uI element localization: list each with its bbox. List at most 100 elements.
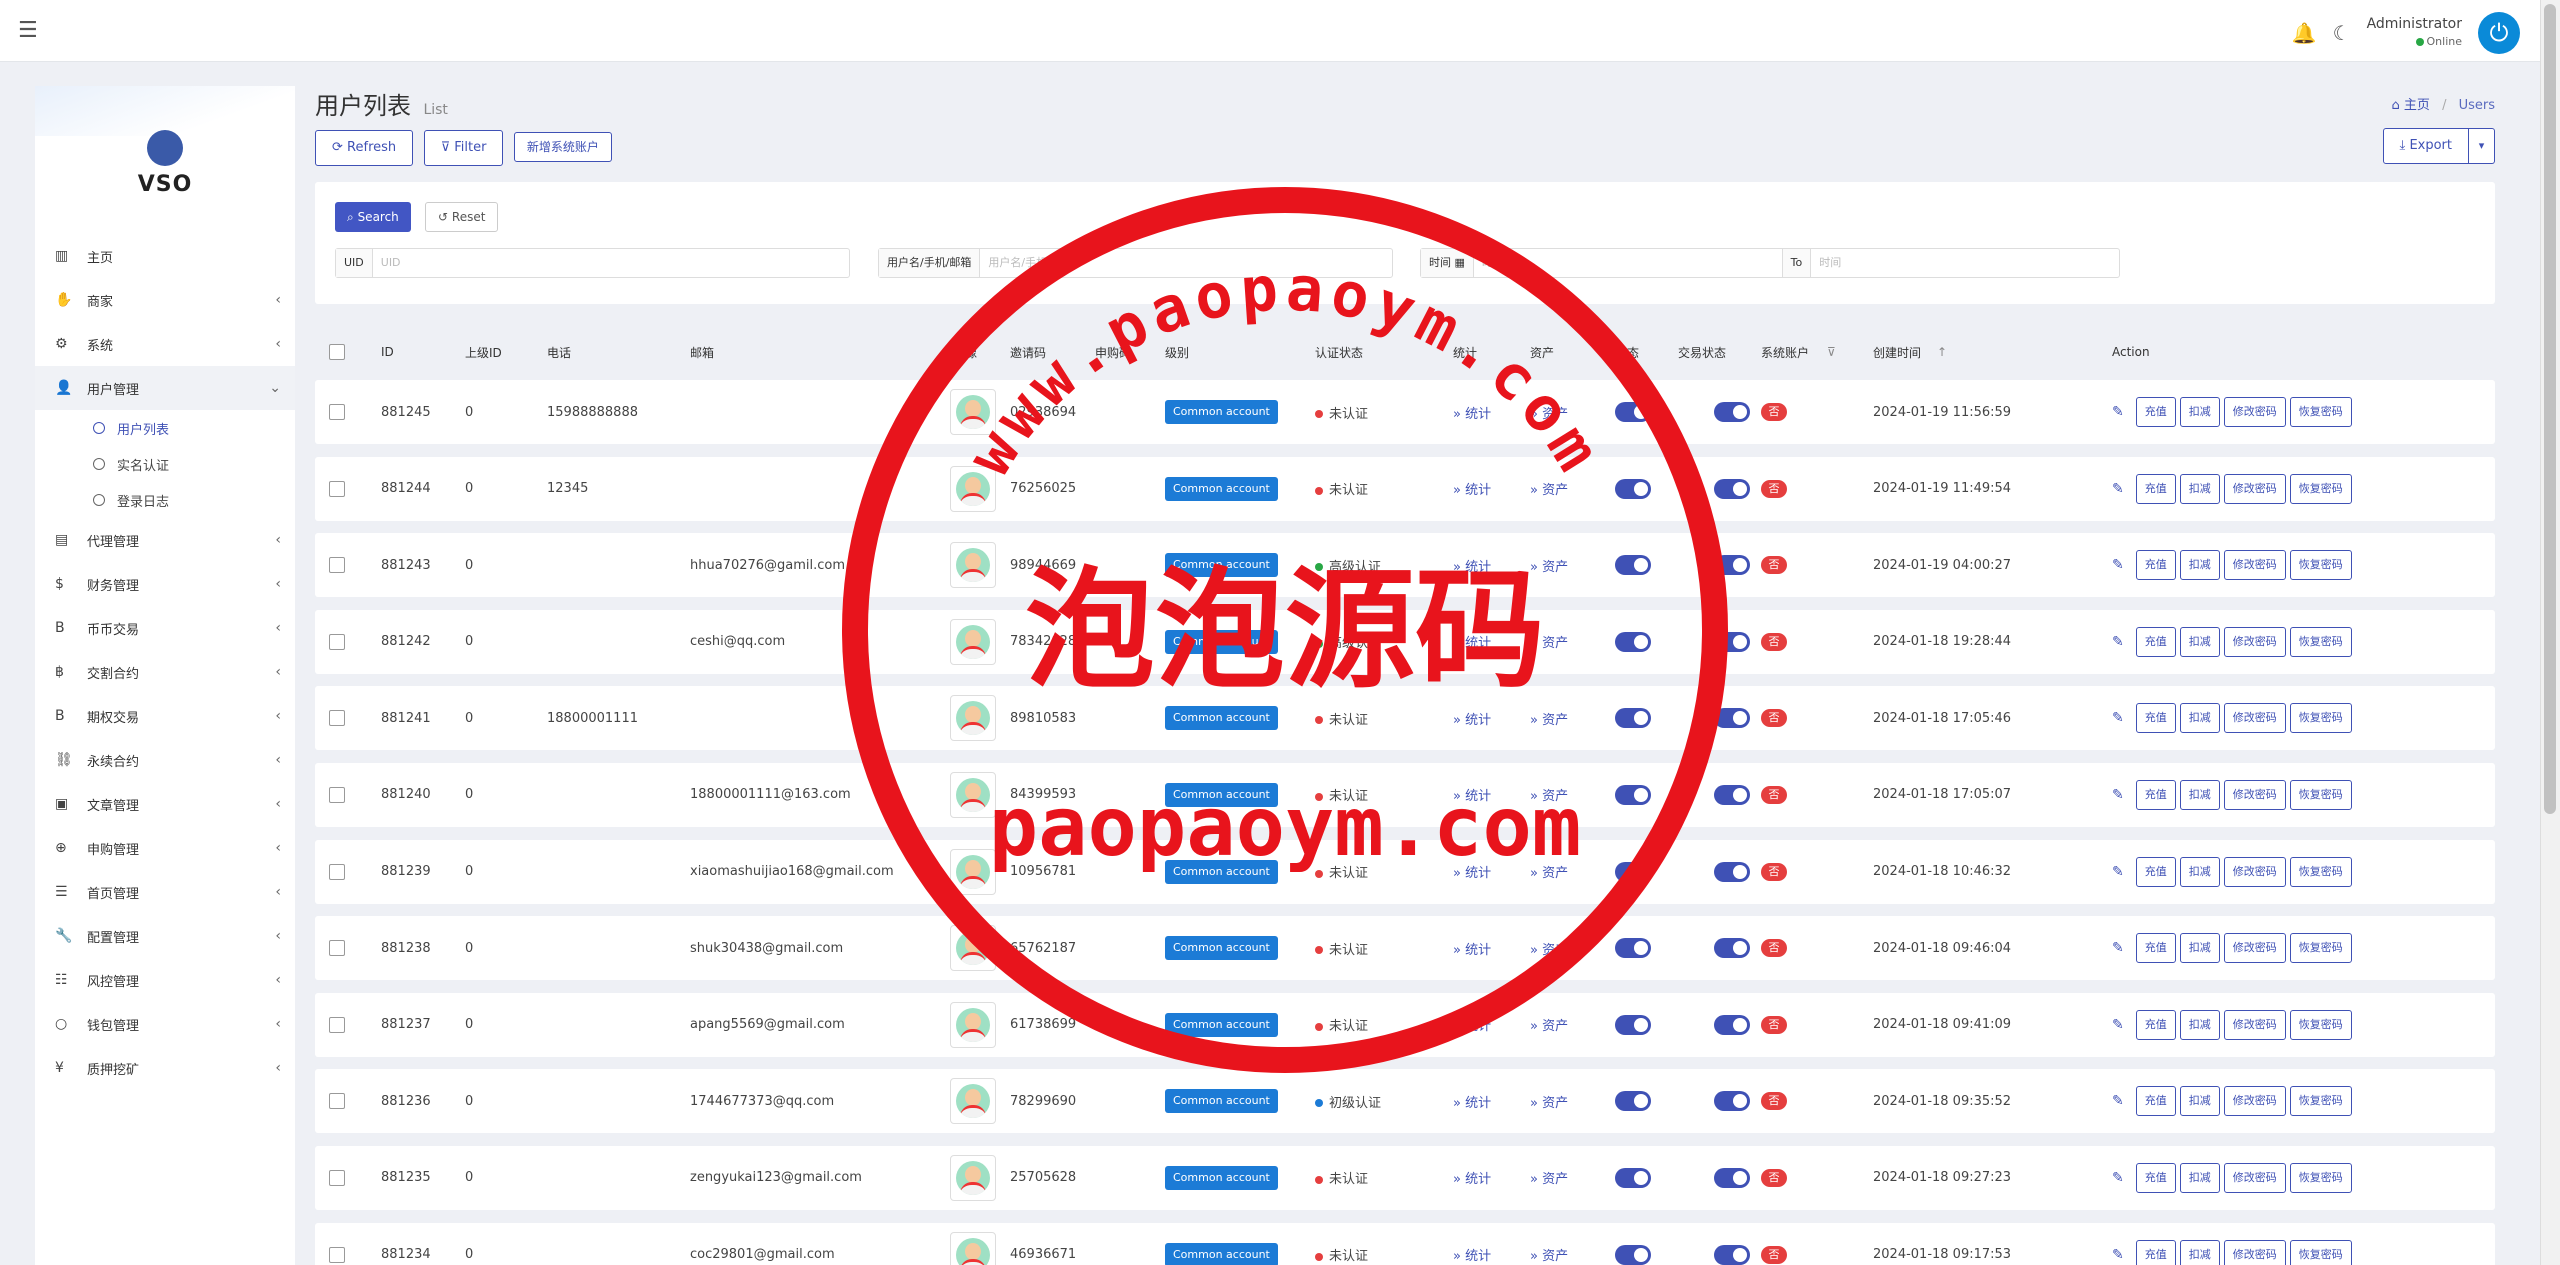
edit-icon[interactable]: ✎: [2112, 557, 2124, 573]
action-button[interactable]: 恢复密码: [2289, 473, 2352, 504]
submenu-item[interactable]: 登录日志: [93, 482, 295, 518]
menu-toggle-icon[interactable]: ☰: [18, 18, 38, 43]
brand-logo[interactable]: VSO: [35, 130, 295, 197]
action-button[interactable]: 充值: [2135, 473, 2176, 504]
row-checkbox[interactable]: [329, 404, 345, 420]
row-checkbox[interactable]: [329, 557, 345, 574]
row-checkbox[interactable]: [329, 710, 345, 727]
stats-link[interactable]: » 统计: [1453, 403, 1491, 422]
status-toggle[interactable]: [1615, 1014, 1651, 1035]
action-button[interactable]: 充值: [2135, 1009, 2176, 1040]
edit-icon[interactable]: ✎: [2112, 940, 2124, 956]
trade-status-toggle[interactable]: [1714, 631, 1750, 652]
sidebar-item[interactable]: ฿ 交割合约 ‹: [35, 650, 295, 694]
edit-icon[interactable]: ✎: [2112, 787, 2124, 803]
sidebar-item[interactable]: ▥ 主页: [35, 234, 295, 278]
action-button[interactable]: 修改密码: [2223, 1162, 2286, 1193]
sidebar-item[interactable]: ⚙ 系统 ‹: [35, 322, 295, 366]
assets-link[interactable]: » 资产: [1530, 862, 1568, 881]
assets-link[interactable]: » 资产: [1530, 403, 1568, 422]
stats-link[interactable]: » 统计: [1453, 1168, 1491, 1187]
stats-link[interactable]: » 统计: [1453, 556, 1491, 575]
status-toggle[interactable]: [1615, 708, 1651, 729]
filter-button[interactable]: ⊽ Filter: [423, 130, 504, 166]
action-button[interactable]: 扣减: [2179, 1009, 2220, 1040]
row-checkbox[interactable]: [329, 633, 345, 650]
action-button[interactable]: 扣减: [2179, 397, 2220, 427]
stats-link[interactable]: » 统计: [1453, 785, 1491, 804]
edit-icon[interactable]: ✎: [2112, 710, 2124, 726]
action-button[interactable]: 充值: [2135, 626, 2176, 657]
search-button[interactable]: ⌕ Search: [335, 202, 411, 232]
trade-status-toggle[interactable]: [1714, 784, 1750, 805]
refresh-button[interactable]: ⟳ Refresh: [315, 130, 414, 166]
sidebar-item[interactable]: ⛓ 永续合约 ‹: [35, 738, 295, 782]
action-button[interactable]: 充值: [2135, 933, 2176, 964]
action-button[interactable]: 扣减: [2179, 1239, 2220, 1265]
edit-icon[interactable]: ✎: [2112, 1093, 2124, 1109]
assets-link[interactable]: » 资产: [1530, 1015, 1568, 1034]
action-button[interactable]: 充值: [2135, 779, 2176, 810]
power-icon[interactable]: ⏻: [2478, 12, 2520, 54]
avatar[interactable]: [950, 925, 996, 972]
reset-button[interactable]: ↺ Reset: [425, 202, 499, 232]
export-button[interactable]: ⤓ Export: [2382, 128, 2469, 164]
action-button[interactable]: 修改密码: [2223, 1009, 2286, 1040]
status-toggle[interactable]: [1615, 1244, 1651, 1265]
time-to-input[interactable]: 时间: [1811, 249, 2119, 277]
edit-icon[interactable]: ✎: [2112, 1170, 2124, 1186]
sidebar-item[interactable]: ☰ 首页管理 ‹: [35, 870, 295, 914]
action-button[interactable]: 充值: [2135, 550, 2176, 581]
action-button[interactable]: 扣减: [2179, 856, 2220, 887]
status-toggle[interactable]: [1615, 784, 1651, 805]
action-button[interactable]: 修改密码: [2223, 1086, 2286, 1117]
action-button[interactable]: 修改密码: [2223, 779, 2286, 810]
user-input[interactable]: 用户名/手机/邮箱: [980, 249, 1392, 277]
row-checkbox[interactable]: [329, 1246, 345, 1263]
action-button[interactable]: 充值: [2135, 1239, 2176, 1265]
column-header[interactable]: 创建时间: [1873, 344, 1921, 361]
row-checkbox[interactable]: [329, 786, 345, 803]
trade-status-toggle[interactable]: [1714, 1014, 1750, 1035]
assets-link[interactable]: » 资产: [1530, 785, 1568, 804]
trade-status-toggle[interactable]: [1714, 478, 1750, 499]
sort-icon[interactable]: ↑: [1937, 345, 1947, 359]
row-checkbox[interactable]: [329, 1016, 345, 1033]
sidebar-item[interactable]: ▤ 代理管理 ‹: [35, 518, 295, 562]
new-system-account-button[interactable]: 新增系统账户: [513, 132, 612, 162]
action-button[interactable]: 扣减: [2179, 473, 2220, 504]
column-header[interactable]: 系统账户: [1761, 344, 1809, 361]
filter-icon[interactable]: ⊽: [1827, 345, 1836, 359]
stats-link[interactable]: » 统计: [1453, 1092, 1491, 1111]
assets-link[interactable]: » 资产: [1530, 709, 1568, 728]
avatar[interactable]: [950, 389, 996, 435]
sidebar-item[interactable]: ✋ 商家 ‹: [35, 278, 295, 322]
status-toggle[interactable]: [1615, 631, 1651, 652]
stats-link[interactable]: » 统计: [1453, 939, 1491, 958]
action-button[interactable]: 充值: [2135, 397, 2176, 427]
trade-status-toggle[interactable]: [1714, 1244, 1750, 1265]
avatar[interactable]: [950, 542, 996, 589]
avatar[interactable]: [950, 771, 996, 818]
trade-status-toggle[interactable]: [1714, 402, 1750, 422]
action-button[interactable]: 扣减: [2179, 550, 2220, 581]
avatar[interactable]: [950, 1078, 996, 1125]
row-checkbox[interactable]: [329, 1169, 345, 1186]
row-checkbox[interactable]: [329, 863, 345, 880]
action-button[interactable]: 恢复密码: [2289, 933, 2352, 964]
edit-icon[interactable]: ✎: [2112, 634, 2124, 650]
status-toggle[interactable]: [1615, 1167, 1651, 1188]
avatar[interactable]: [950, 465, 996, 512]
select-all-checkbox[interactable]: [329, 344, 345, 360]
submenu-item[interactable]: 用户列表: [93, 410, 295, 446]
action-button[interactable]: 扣减: [2179, 779, 2220, 810]
avatar[interactable]: [950, 1231, 996, 1265]
stats-link[interactable]: » 统计: [1453, 479, 1491, 498]
sidebar-item[interactable]: ☷ 风控管理 ‹: [35, 958, 295, 1002]
sidebar-item[interactable]: ○ 钱包管理 ‹: [35, 1002, 295, 1046]
user-info[interactable]: Administrator Online: [2367, 15, 2462, 51]
action-button[interactable]: 恢复密码: [2289, 1086, 2352, 1117]
sidebar-item[interactable]: $ 财务管理 ‹: [35, 562, 295, 606]
moon-icon[interactable]: ☾: [2333, 21, 2351, 45]
assets-link[interactable]: » 资产: [1530, 479, 1568, 498]
